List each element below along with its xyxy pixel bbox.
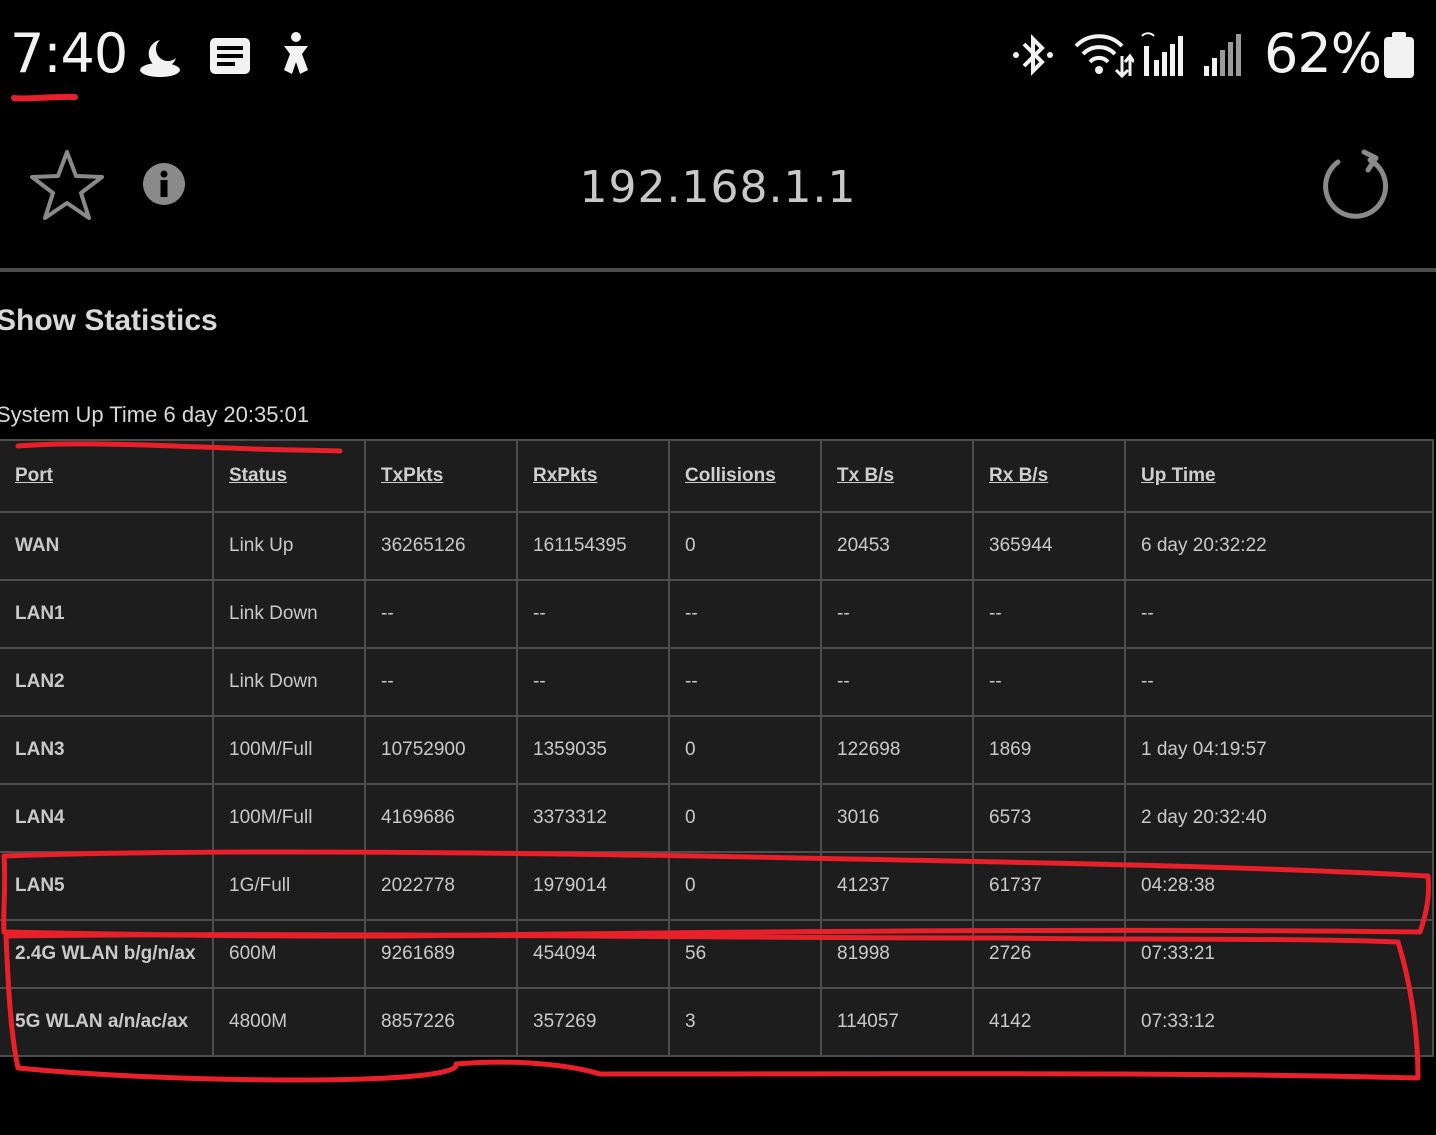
cell-status: Link Down — [212, 579, 366, 649]
cell-txpkts: 8857226 — [364, 987, 518, 1057]
cell-port: LAN5 — [0, 851, 214, 921]
table-row: LAN5 1G/Full 2022778 1979014 0 41237 617… — [0, 851, 1434, 921]
cell-up-time: 04:28:38 — [1124, 851, 1434, 921]
cell-up-time: 6 day 20:32:22 — [1124, 511, 1434, 581]
accessibility-icon — [284, 32, 308, 74]
cell-txpkts: 4169686 — [364, 783, 518, 853]
cell-rxpkts: 3373312 — [516, 783, 670, 853]
system-uptime: System Up Time 6 day 20:35:01 — [0, 402, 310, 427]
cell-collisions: 0 — [668, 851, 822, 921]
status-bar: 7:40 62% — [0, 0, 1436, 110]
cell-up-time: -- — [1124, 647, 1434, 717]
wifi-icon — [1074, 34, 1134, 78]
cell-txpkts: -- — [364, 647, 518, 717]
cell-status: 100M/Full — [212, 783, 366, 853]
cell-txpkts: 10752900 — [364, 715, 518, 785]
table-row: LAN4 100M/Full 4169686 3373312 0 3016 65… — [0, 783, 1434, 853]
cell-collisions: 0 — [668, 783, 822, 853]
table-row: LAN3 100M/Full 10752900 1359035 0 122698… — [0, 715, 1434, 785]
weather-night-icon — [140, 40, 180, 77]
bluetooth-icon — [1013, 34, 1053, 76]
address-bar-url[interactable]: 192.168.1.1 — [0, 162, 1436, 213]
cell-port: 2.4G WLAN b/g/n/ax — [0, 919, 214, 989]
cell-collisions: -- — [668, 647, 822, 717]
cell-port: WAN — [0, 511, 214, 581]
cell-port: LAN1 — [0, 579, 214, 649]
cell-rxpkts: 1359035 — [516, 715, 670, 785]
header-port[interactable]: Port — [0, 439, 214, 513]
header-collisions[interactable]: Collisions — [668, 439, 822, 513]
cell-port: LAN4 — [0, 783, 214, 853]
table-row: LAN2 Link Down -- -- -- -- -- -- — [0, 647, 1434, 717]
table-header-row: Port Status TxPkts RxPkts Collisions Tx … — [0, 439, 1434, 513]
cell-status: 600M — [212, 919, 366, 989]
header-up-time[interactable]: Up Time — [1124, 439, 1434, 513]
clock-time: 7:40 — [10, 22, 128, 85]
cell-tx-bps: 122698 — [820, 715, 974, 785]
cell-tx-bps: 81998 — [820, 919, 974, 989]
cell-rx-bps: 6573 — [972, 783, 1126, 853]
battery-icon — [1384, 32, 1414, 78]
cell-rxpkts: 1979014 — [516, 851, 670, 921]
battery-percent: 62% — [1264, 22, 1382, 85]
cell-tx-bps: 41237 — [820, 851, 974, 921]
cell-up-time: 2 day 20:32:40 — [1124, 783, 1434, 853]
cell-up-time: 07:33:12 — [1124, 987, 1434, 1057]
cell-tx-bps: 20453 — [820, 511, 974, 581]
cell-rx-bps: 4142 — [972, 987, 1126, 1057]
cell-rxpkts: -- — [516, 647, 670, 717]
cell-status: 4800M — [212, 987, 366, 1057]
cell-collisions: -- — [668, 579, 822, 649]
cell-rxpkts: 161154395 — [516, 511, 670, 581]
cell-rx-bps: -- — [972, 579, 1126, 649]
page-title: Show Statistics — [0, 304, 218, 337]
table-row: 2.4G WLAN b/g/n/ax 600M 9261689 454094 5… — [0, 919, 1434, 989]
cell-port: 5G WLAN a/n/ac/ax — [0, 987, 214, 1057]
cell-collisions: 0 — [668, 511, 822, 581]
cell-rxpkts: -- — [516, 579, 670, 649]
cell-rx-bps: 61737 — [972, 851, 1126, 921]
header-txpkts[interactable]: TxPkts — [364, 439, 518, 513]
browser-header: 192.168.1.1 — [0, 110, 1436, 268]
cell-tx-bps: 3016 — [820, 783, 974, 853]
cell-txpkts: 9261689 — [364, 919, 518, 989]
cell-rx-bps: 2726 — [972, 919, 1126, 989]
cell-status: Link Up — [212, 511, 366, 581]
cell-up-time: 07:33:21 — [1124, 919, 1434, 989]
cell-rx-bps: 1869 — [972, 715, 1126, 785]
header-tx-bps[interactable]: Tx B/s — [820, 439, 974, 513]
cell-collisions: 56 — [668, 919, 822, 989]
cell-tx-bps: -- — [820, 579, 974, 649]
header-status[interactable]: Status — [212, 439, 366, 513]
cell-up-time: 1 day 04:19:57 — [1124, 715, 1434, 785]
cell-rx-bps: -- — [972, 647, 1126, 717]
reload-icon[interactable] — [1318, 148, 1394, 224]
header-rx-bps[interactable]: Rx B/s — [972, 439, 1126, 513]
signal-icon — [1141, 32, 1183, 76]
cell-port: LAN2 — [0, 647, 214, 717]
cell-rx-bps: 365944 — [972, 511, 1126, 581]
cell-status: 100M/Full — [212, 715, 366, 785]
header-divider — [0, 268, 1436, 272]
cell-status: Link Down — [212, 647, 366, 717]
cell-txpkts: 2022778 — [364, 851, 518, 921]
table-row: WAN Link Up 36265126 161154395 0 20453 3… — [0, 511, 1434, 581]
statistics-table: Port Status TxPkts RxPkts Collisions Tx … — [0, 439, 1434, 1057]
cell-port: LAN3 — [0, 715, 214, 785]
table-row: 5G WLAN a/n/ac/ax 4800M 8857226 357269 3… — [0, 987, 1434, 1057]
cell-tx-bps: 114057 — [820, 987, 974, 1057]
cell-rxpkts: 454094 — [516, 919, 670, 989]
cell-collisions: 3 — [668, 987, 822, 1057]
cell-txpkts: 36265126 — [364, 511, 518, 581]
cell-collisions: 0 — [668, 715, 822, 785]
cell-tx-bps: -- — [820, 647, 974, 717]
cell-status: 1G/Full — [212, 851, 366, 921]
table-row: LAN1 Link Down -- -- -- -- -- -- — [0, 579, 1434, 649]
cell-up-time: -- — [1124, 579, 1434, 649]
cell-rxpkts: 357269 — [516, 987, 670, 1057]
cell-txpkts: -- — [364, 579, 518, 649]
signal-icon-2 — [1204, 34, 1241, 76]
header-rxpkts[interactable]: RxPkts — [516, 439, 670, 513]
notes-icon — [210, 38, 250, 74]
